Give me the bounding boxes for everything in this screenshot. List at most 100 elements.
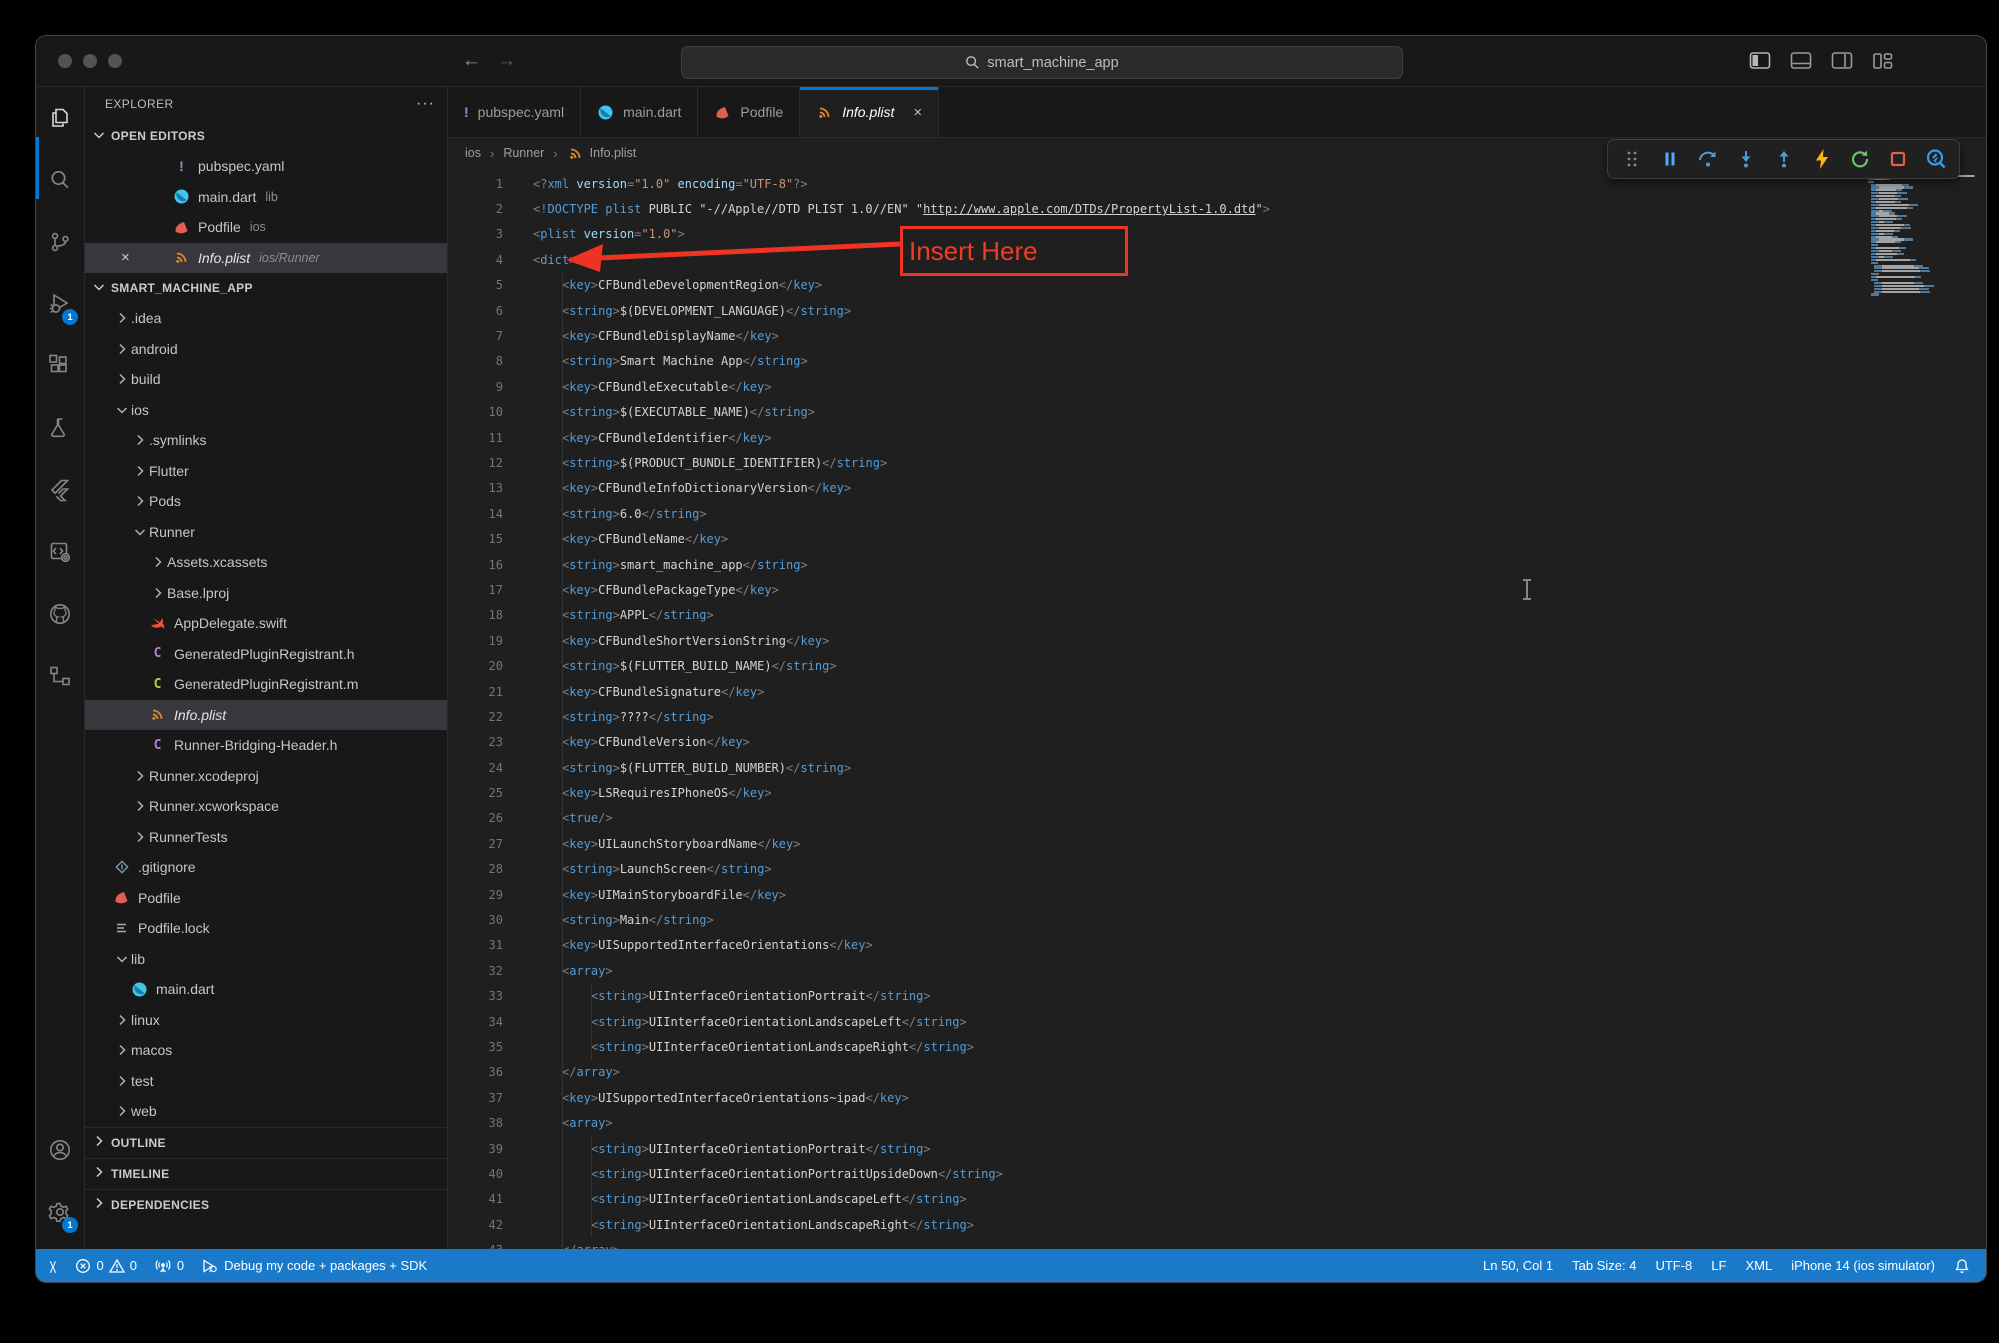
toggle-secondary-sidebar-button[interactable] <box>1831 51 1853 71</box>
status-ports[interactable]: 0 <box>154 1258 184 1274</box>
section-dependencies[interactable]: DEPENDENCIES <box>85 1189 447 1220</box>
tree-item-podfile[interactable]: Podfile <box>85 883 447 914</box>
tree-item-ios[interactable]: ios <box>85 395 447 426</box>
customize-layout-button[interactable] <box>1872 51 1894 71</box>
code-line-37[interactable]: 37<key>UISupportedInterfaceOrientations~… <box>448 1085 1986 1110</box>
code-line-34[interactable]: 34<string>UIInterfaceOrientationLandscap… <box>448 1009 1986 1034</box>
code-line-18[interactable]: 18<string>APPL</string> <box>448 603 1986 628</box>
open-editor-pubspec-yaml[interactable]: !pubspec.yaml <box>85 151 447 182</box>
tree-item-lib[interactable]: lib <box>85 944 447 975</box>
activity-item-source-control[interactable] <box>36 211 84 273</box>
code-line-22[interactable]: 22<string>????</string> <box>448 704 1986 729</box>
code-line-7[interactable]: 7<key>CFBundleDisplayName</key> <box>448 323 1986 348</box>
activity-item-devtools[interactable] <box>36 521 84 583</box>
status-language-mode[interactable]: XML <box>1745 1258 1772 1273</box>
command-center-search[interactable]: smart_machine_app <box>681 46 1403 79</box>
tab-podfile[interactable]: Podfile <box>698 87 800 137</box>
code-line-31[interactable]: 31<key>UISupportedInterfaceOrientations<… <box>448 933 1986 958</box>
code-line-25[interactable]: 25<key>LSRequiresIPhoneOS</key> <box>448 780 1986 805</box>
code-line-38[interactable]: 38<array> <box>448 1110 1986 1135</box>
code-line-43[interactable]: 43</array> <box>448 1237 1986 1249</box>
tree-item-generatedpluginregistrant-h[interactable]: CGeneratedPluginRegistrant.h <box>85 639 447 670</box>
code-line-40[interactable]: 40<string>UIInterfaceOrientationPortrait… <box>448 1161 1986 1186</box>
code-line-19[interactable]: 19<key>CFBundleShortVersionString</key> <box>448 628 1986 653</box>
tree-item-podfile-lock[interactable]: Podfile.lock <box>85 913 447 944</box>
history-forward-button[interactable]: → <box>497 50 516 72</box>
code-line-17[interactable]: 17<key>CFBundlePackageType</key> <box>448 577 1986 602</box>
tree-item-appdelegate-swift[interactable]: AppDelegate.swift <box>85 608 447 639</box>
toggle-sidebar-button[interactable] <box>1749 51 1771 71</box>
code-line-28[interactable]: 28<string>LaunchScreen</string> <box>448 857 1986 882</box>
code-line-15[interactable]: 15<key>CFBundleName</key> <box>448 526 1986 551</box>
status-eol[interactable]: LF <box>1711 1258 1726 1273</box>
tree-item-runner-bridging-header-h[interactable]: CRunner-Bridging-Header.h <box>85 730 447 761</box>
code-line-13[interactable]: 13<key>CFBundleInfoDictionaryVersion</ke… <box>448 476 1986 501</box>
breadcrumb-item-ios[interactable]: ios <box>465 146 481 160</box>
tree-item-assets-xcassets[interactable]: Assets.xcassets <box>85 547 447 578</box>
tree-item-web[interactable]: web <box>85 1096 447 1127</box>
close-tab-icon[interactable]: × <box>913 104 922 121</box>
open-editor-info-plist[interactable]: ×Info.plistios/Runner <box>85 243 447 274</box>
code-line-39[interactable]: 39<string>UIInterfaceOrientationPortrait… <box>448 1136 1986 1161</box>
close-window-button[interactable] <box>58 54 72 68</box>
tree-item--symlinks[interactable]: .symlinks <box>85 425 447 456</box>
activity-item-search[interactable] <box>36 149 84 211</box>
tree-item-runnertests[interactable]: RunnerTests <box>85 822 447 853</box>
breadcrumb-item-runner[interactable]: Runner <box>503 146 544 160</box>
tree-item--gitignore[interactable]: .gitignore <box>85 852 447 883</box>
code-line-35[interactable]: 35<string>UIInterfaceOrientationLandscap… <box>448 1034 1986 1059</box>
more-actions-icon[interactable]: ··· <box>416 95 435 113</box>
code-line-23[interactable]: 23<key>CFBundleVersion</key> <box>448 730 1986 755</box>
activity-item-run-debug[interactable]: 1 <box>36 273 84 335</box>
debug-pause-button[interactable] <box>1654 144 1685 174</box>
activity-item-github[interactable] <box>36 583 84 645</box>
tree-item-test[interactable]: test <box>85 1066 447 1097</box>
tree-item-generatedpluginregistrant-m[interactable]: CGeneratedPluginRegistrant.m <box>85 669 447 700</box>
debug-step-out-button[interactable] <box>1768 144 1799 174</box>
section-outline[interactable]: OUTLINE <box>85 1127 447 1158</box>
code-line-16[interactable]: 16<string>smart_machine_app</string> <box>448 552 1986 577</box>
activity-item-explorer[interactable] <box>36 87 84 149</box>
project-section-header[interactable]: SMART_MACHINE_APP <box>85 273 447 303</box>
code-line-21[interactable]: 21<key>CFBundleSignature</key> <box>448 679 1986 704</box>
tree-item-linux[interactable]: linux <box>85 1005 447 1036</box>
tree-item-runner[interactable]: Runner <box>85 517 447 548</box>
code-line-36[interactable]: 36</array> <box>448 1060 1986 1085</box>
code-line-42[interactable]: 42<string>UIInterfaceOrientationLandscap… <box>448 1212 1986 1237</box>
open-editors-header[interactable]: OPEN EDITORS <box>85 121 447 151</box>
tab-pubspec-yaml[interactable]: !pubspec.yaml <box>448 87 581 137</box>
code-line-6[interactable]: 6<string>$(DEVELOPMENT_LANGUAGE)</string… <box>448 298 1986 323</box>
tree-item-runner-xcworkspace[interactable]: Runner.xcworkspace <box>85 791 447 822</box>
debug-restart-button[interactable] <box>1844 144 1875 174</box>
code-line-4[interactable]: 4<dict> <box>448 247 1986 272</box>
status-problems[interactable]: 00 <box>75 1258 136 1274</box>
code-line-26[interactable]: 26<true/> <box>448 806 1986 831</box>
tree-item--idea[interactable]: .idea <box>85 303 447 334</box>
tab-main-dart[interactable]: main.dart <box>581 87 698 137</box>
code-line-10[interactable]: 10<string>$(EXECUTABLE_NAME)</string> <box>448 400 1986 425</box>
breadcrumb-item-info-plist[interactable]: Info.plist <box>567 145 637 162</box>
debug-flutter-inspector-button[interactable] <box>1920 144 1951 174</box>
code-line-24[interactable]: 24<string>$(FLUTTER_BUILD_NUMBER)</strin… <box>448 755 1986 780</box>
open-editor-main-dart[interactable]: main.dartlib <box>85 182 447 213</box>
code-line-8[interactable]: 8<string>Smart Machine App</string> <box>448 349 1986 374</box>
code-line-32[interactable]: 32<array> <box>448 958 1986 983</box>
code-editor[interactable]: 1<?xml version="1.0" encoding="UTF-8"?>2… <box>448 168 1986 1249</box>
tree-item-macos[interactable]: macos <box>85 1035 447 1066</box>
activity-item-extensions[interactable] <box>36 335 84 397</box>
code-line-20[interactable]: 20<string>$(FLUTTER_BUILD_NAME)</string> <box>448 653 1986 678</box>
status-remote[interactable]: >< <box>48 1259 58 1273</box>
tree-item-main-dart[interactable]: main.dart <box>85 974 447 1005</box>
activity-item-settings[interactable]: 1 <box>36 1181 84 1243</box>
status-launch-config[interactable]: Debug my code + packages + SDK <box>201 1258 427 1274</box>
minimap[interactable] <box>1868 172 1980 296</box>
code-line-2[interactable]: 2<!DOCTYPE plist PUBLIC "-//Apple//DTD P… <box>448 196 1986 221</box>
debug-step-into-button[interactable] <box>1730 144 1761 174</box>
minimize-window-button[interactable] <box>83 54 97 68</box>
code-line-9[interactable]: 9<key>CFBundleExecutable</key> <box>448 374 1986 399</box>
tree-item-flutter[interactable]: Flutter <box>85 456 447 487</box>
section-timeline[interactable]: TIMELINE <box>85 1158 447 1189</box>
debug-hot-reload-button[interactable] <box>1806 144 1837 174</box>
status-cursor-position[interactable]: Ln 50, Col 1 <box>1483 1258 1553 1273</box>
open-editor-podfile[interactable]: Podfileios <box>85 212 447 243</box>
